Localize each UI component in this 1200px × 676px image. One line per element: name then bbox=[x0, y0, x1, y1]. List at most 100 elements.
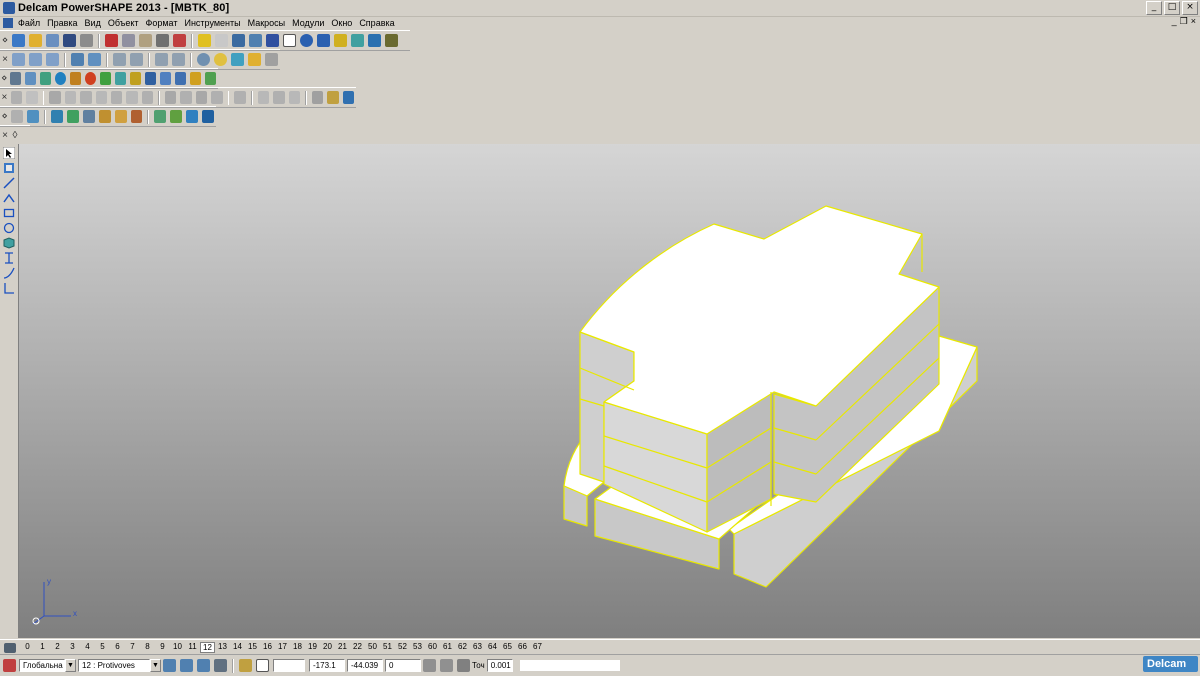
feature-2-icon[interactable] bbox=[27, 110, 40, 123]
lighting-icon[interactable] bbox=[248, 53, 261, 66]
menu-object[interactable]: Объект bbox=[105, 18, 143, 28]
tolerance-field[interactable]: 0.001 bbox=[486, 659, 513, 672]
layer-button[interactable]: 66 bbox=[515, 642, 530, 653]
toolbar-handle[interactable]: ⋄ bbox=[0, 33, 10, 48]
surface-icon[interactable] bbox=[351, 34, 364, 47]
layer-button[interactable]: 52 bbox=[395, 642, 410, 653]
wireframe-icon[interactable] bbox=[231, 53, 244, 66]
sphere-icon[interactable] bbox=[55, 72, 67, 85]
mdi-restore-button[interactable]: ❐ bbox=[1180, 16, 1188, 27]
layers-icon[interactable] bbox=[145, 72, 157, 85]
tools-icon[interactable] bbox=[385, 34, 398, 47]
view-top-icon[interactable] bbox=[46, 53, 59, 66]
layer-button[interactable]: 17 bbox=[275, 642, 290, 653]
color-tool-2-icon[interactable] bbox=[342, 91, 354, 104]
graphics-viewport[interactable]: y x bbox=[19, 144, 1200, 638]
globe-icon[interactable] bbox=[197, 53, 210, 66]
layer-button[interactable]: 9 bbox=[155, 642, 170, 653]
grey-tool-9-icon[interactable] bbox=[141, 91, 154, 104]
snap-status-icon[interactable] bbox=[239, 659, 252, 672]
select-wire-icon[interactable] bbox=[197, 659, 210, 672]
feature-6-icon[interactable] bbox=[98, 110, 111, 123]
view-iso2-icon[interactable] bbox=[88, 53, 101, 66]
shading-icon[interactable] bbox=[214, 53, 227, 66]
feature-8-icon[interactable] bbox=[130, 110, 143, 123]
new-file-icon[interactable] bbox=[12, 34, 25, 47]
cut-icon[interactable] bbox=[105, 34, 118, 47]
grey-tool-2-icon[interactable] bbox=[26, 91, 38, 104]
mdi-minimize-button[interactable]: _ bbox=[1172, 16, 1177, 27]
workplane-status-icon[interactable] bbox=[3, 659, 16, 672]
select-arrow-icon[interactable] bbox=[283, 34, 296, 47]
delete-icon[interactable] bbox=[173, 34, 186, 47]
pin-icon[interactable] bbox=[334, 34, 347, 47]
menu-macros[interactable]: Макросы bbox=[245, 18, 290, 28]
save-icon[interactable] bbox=[63, 34, 76, 47]
grid-icon[interactable] bbox=[175, 72, 187, 85]
component-icon[interactable] bbox=[190, 72, 202, 85]
workplane-select[interactable]: Глобальна bbox=[19, 659, 65, 672]
solid-icon[interactable] bbox=[3, 237, 15, 249]
curve-icon[interactable] bbox=[3, 267, 15, 279]
grey-tool-3-icon[interactable] bbox=[49, 91, 61, 104]
menu-format[interactable]: Формат bbox=[143, 18, 182, 28]
menu-edit[interactable]: Правка bbox=[44, 18, 81, 28]
line-icon[interactable] bbox=[3, 177, 15, 189]
blank-field[interactable] bbox=[273, 659, 305, 672]
layer-dropdown-icon[interactable]: ▼ bbox=[150, 659, 161, 672]
layer-button[interactable]: 53 bbox=[410, 642, 425, 653]
grey-tool-5-icon[interactable] bbox=[80, 91, 92, 104]
grey-tool-14-icon[interactable] bbox=[234, 91, 246, 104]
layer-button[interactable]: 65 bbox=[500, 642, 515, 653]
layer-button[interactable]: 62 bbox=[455, 642, 470, 653]
grey-tool-4-icon[interactable] bbox=[64, 91, 77, 104]
layer-button[interactable]: 16 bbox=[260, 642, 275, 653]
workplane-dropdown-icon[interactable]: ▼ bbox=[65, 659, 76, 672]
menu-tools[interactable]: Инструменты bbox=[181, 18, 244, 28]
toolbar-close[interactable]: × bbox=[0, 52, 10, 67]
feature-4-icon[interactable] bbox=[66, 110, 79, 123]
grey-tool-17-icon[interactable] bbox=[288, 91, 300, 104]
layer-button[interactable]: 10 bbox=[170, 642, 185, 653]
coord-z-field[interactable]: 0 bbox=[385, 659, 421, 672]
grey-tool-15-icon[interactable] bbox=[257, 91, 270, 104]
feature-9-icon[interactable] bbox=[154, 110, 167, 123]
arc-icon[interactable] bbox=[3, 192, 15, 204]
grey-tool-11-icon[interactable] bbox=[180, 91, 192, 104]
model-canvas[interactable]: y x bbox=[19, 144, 1200, 638]
grey-tool-10-icon[interactable] bbox=[165, 91, 177, 104]
copy-icon[interactable] bbox=[122, 34, 135, 47]
layer-button[interactable]: 64 bbox=[485, 642, 500, 653]
list-icon[interactable] bbox=[440, 659, 453, 672]
coord-y-field[interactable]: -44.039 bbox=[347, 659, 383, 672]
layer-button[interactable]: 15 bbox=[245, 642, 260, 653]
layer-button[interactable]: 50 bbox=[365, 642, 380, 653]
layer-button[interactable]: 22 bbox=[350, 642, 365, 653]
toolbar-close-2[interactable]: × bbox=[0, 90, 9, 105]
layer-button[interactable]: 12 bbox=[200, 642, 215, 653]
workplane-icon[interactable] bbox=[266, 34, 279, 47]
view-iso-icon[interactable] bbox=[71, 53, 84, 66]
close-button[interactable]: × bbox=[1182, 1, 1198, 15]
transform-icon[interactable] bbox=[232, 34, 245, 47]
dimension-icon[interactable] bbox=[3, 252, 15, 264]
solid-tool-icon[interactable] bbox=[368, 34, 381, 47]
layer-button[interactable]: 1 bbox=[35, 642, 50, 653]
layer-button[interactable]: 51 bbox=[380, 642, 395, 653]
layer-button[interactable]: 19 bbox=[305, 642, 320, 653]
circle-tool-icon[interactable] bbox=[300, 34, 313, 47]
feature-1-icon[interactable] bbox=[11, 110, 24, 123]
snap-icon[interactable] bbox=[249, 34, 262, 47]
layer-button[interactable]: 13 bbox=[215, 642, 230, 653]
toolbar-pin-icon[interactable]: ◊ bbox=[10, 128, 20, 143]
grey-tool-1-icon[interactable] bbox=[10, 91, 23, 104]
calculator-icon[interactable] bbox=[423, 659, 436, 672]
layer-button[interactable]: 5 bbox=[95, 642, 110, 653]
mdi-close-button[interactable]: × bbox=[1191, 16, 1196, 27]
zoom-fit-icon[interactable] bbox=[130, 53, 143, 66]
grey-tool-12-icon[interactable] bbox=[195, 91, 208, 104]
layer-button[interactable]: 18 bbox=[290, 642, 305, 653]
feature-5-icon[interactable] bbox=[82, 110, 95, 123]
grey-tool-7-icon[interactable] bbox=[110, 91, 123, 104]
select-icon[interactable] bbox=[3, 147, 15, 159]
